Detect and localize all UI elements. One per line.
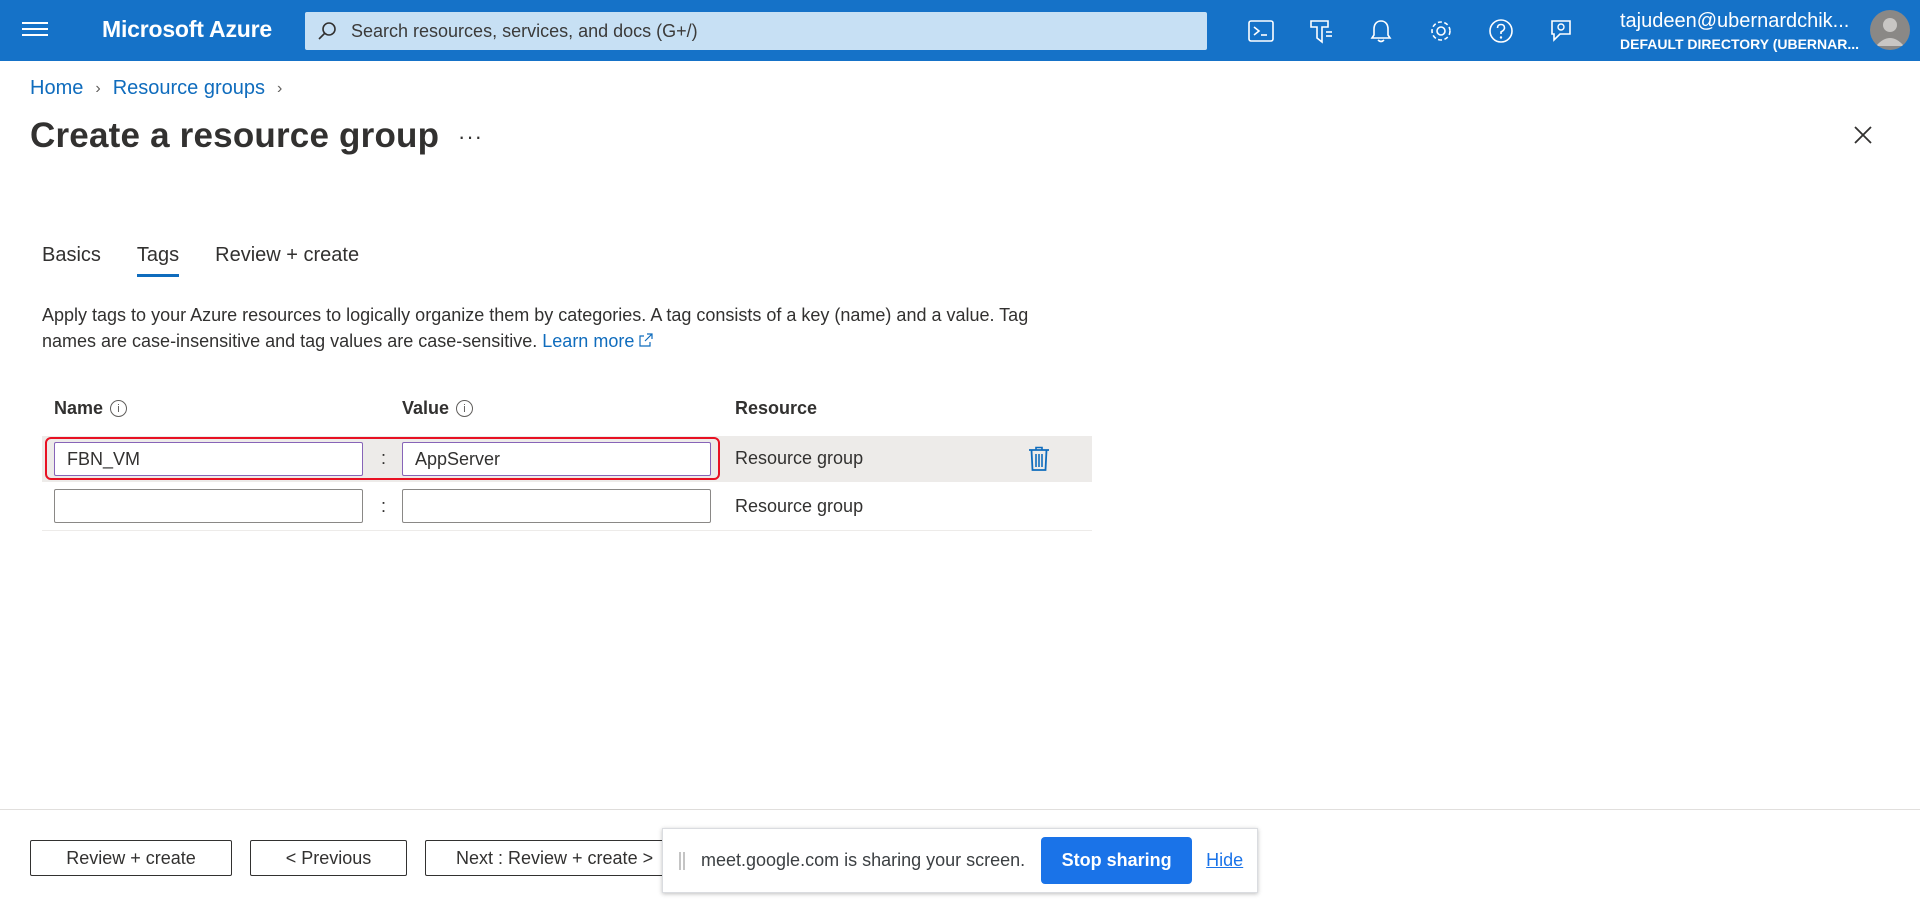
review-create-button[interactable]: Review + create bbox=[30, 840, 232, 876]
page-title: Create a resource group bbox=[30, 116, 440, 155]
wizard-tabs: Basics Tags Review + create bbox=[42, 244, 395, 277]
tags-description: Apply tags to your Azure resources to lo… bbox=[42, 302, 1082, 354]
share-message: meet.google.com is sharing your screen. bbox=[701, 850, 1026, 870]
tag-value-input-empty[interactable] bbox=[402, 489, 711, 523]
user-email[interactable]: tajudeen@ubernardchik... bbox=[1620, 10, 1849, 33]
learn-more-link[interactable]: Learn more bbox=[542, 331, 653, 351]
drag-handle-icon[interactable] bbox=[679, 851, 685, 870]
breadcrumb-resource-groups[interactable]: Resource groups bbox=[113, 77, 265, 100]
chevron-right-icon: › bbox=[277, 79, 283, 97]
info-icon[interactable]: i bbox=[110, 400, 128, 417]
menu-icon[interactable] bbox=[22, 18, 48, 42]
cloud-shell-icon[interactable] bbox=[1246, 16, 1276, 46]
resource-cell: Resource group bbox=[735, 496, 864, 516]
more-options-icon[interactable]: ··· bbox=[458, 124, 483, 150]
close-icon[interactable] bbox=[1852, 124, 1874, 151]
name-value-separator: : bbox=[381, 496, 387, 516]
avatar[interactable] bbox=[1870, 10, 1910, 50]
feedback-icon[interactable] bbox=[1546, 16, 1576, 46]
top-navigation-bar: Microsoft Azure tajudeen@ubernardchik...… bbox=[0, 0, 1920, 61]
settings-icon[interactable] bbox=[1426, 16, 1456, 46]
notifications-icon[interactable] bbox=[1366, 16, 1396, 46]
search-input[interactable] bbox=[349, 19, 1173, 43]
resource-cell: Resource group bbox=[735, 448, 864, 468]
tab-basics[interactable]: Basics bbox=[42, 244, 101, 277]
brand-title[interactable]: Microsoft Azure bbox=[102, 16, 272, 43]
tab-review-create[interactable]: Review + create bbox=[215, 244, 359, 277]
tag-name-input-empty[interactable] bbox=[54, 489, 363, 523]
next-button[interactable]: Next : Review + create > bbox=[425, 840, 675, 876]
footer-divider bbox=[0, 809, 1920, 810]
external-link-icon bbox=[639, 333, 653, 347]
stop-sharing-button[interactable]: Stop sharing bbox=[1041, 837, 1193, 884]
breadcrumb-home[interactable]: Home bbox=[30, 77, 83, 100]
user-directory[interactable]: DEFAULT DIRECTORY (UBERNAR... bbox=[1620, 36, 1859, 52]
info-icon[interactable]: i bbox=[456, 400, 474, 417]
directory-filter-icon[interactable] bbox=[1306, 16, 1336, 46]
help-icon[interactable] bbox=[1486, 16, 1516, 46]
column-header-resource: Resource bbox=[735, 398, 818, 418]
hide-link[interactable]: Hide bbox=[1206, 850, 1243, 871]
tab-tags[interactable]: Tags bbox=[136, 244, 180, 277]
column-header-value: Value i bbox=[402, 398, 474, 419]
column-header-name: Name i bbox=[54, 398, 128, 419]
search-icon bbox=[318, 22, 336, 40]
tag-value-input[interactable] bbox=[402, 442, 711, 476]
screen-share-bar: meet.google.com is sharing your screen. … bbox=[662, 828, 1258, 893]
delete-icon[interactable] bbox=[1028, 446, 1050, 477]
name-value-separator: : bbox=[381, 448, 387, 468]
tag-name-input[interactable] bbox=[54, 442, 363, 476]
description-text: Apply tags to your Azure resources to lo… bbox=[42, 305, 1029, 351]
chevron-right-icon: › bbox=[95, 79, 101, 97]
row-divider bbox=[42, 530, 1092, 531]
global-search[interactable] bbox=[305, 12, 1207, 50]
breadcrumb: Home › Resource groups › bbox=[30, 77, 294, 100]
previous-button[interactable]: < Previous bbox=[250, 840, 407, 876]
